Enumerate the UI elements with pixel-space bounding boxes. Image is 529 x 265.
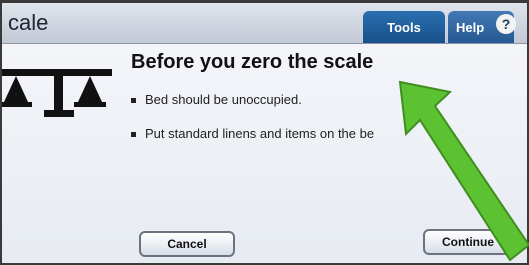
bullet-text: Put standard linens and items on the be [145,126,375,141]
cancel-button[interactable]: Cancel [139,231,235,257]
title-bar: cale Tools Help ? [2,3,527,44]
list-item: Bed should be unoccupied. [131,92,302,107]
help-icon[interactable]: ? [496,14,516,34]
bullet-text: Bed should be unoccupied. [145,92,302,107]
bullet-icon [131,132,136,138]
list-item: Put standard linens and items on the be [131,126,374,141]
green-arrow-icon [398,80,529,262]
balance-scale-icon [2,69,112,117]
tab-help-label: Help [456,19,485,35]
page-heading: Before you zero the scale [131,51,374,73]
tab-tools-label: Tools [387,19,421,35]
app-title: cale [8,10,49,35]
tab-tools[interactable]: Tools [363,11,445,43]
tab-help[interactable]: Help ? [448,11,516,43]
bullet-icon [131,98,136,104]
